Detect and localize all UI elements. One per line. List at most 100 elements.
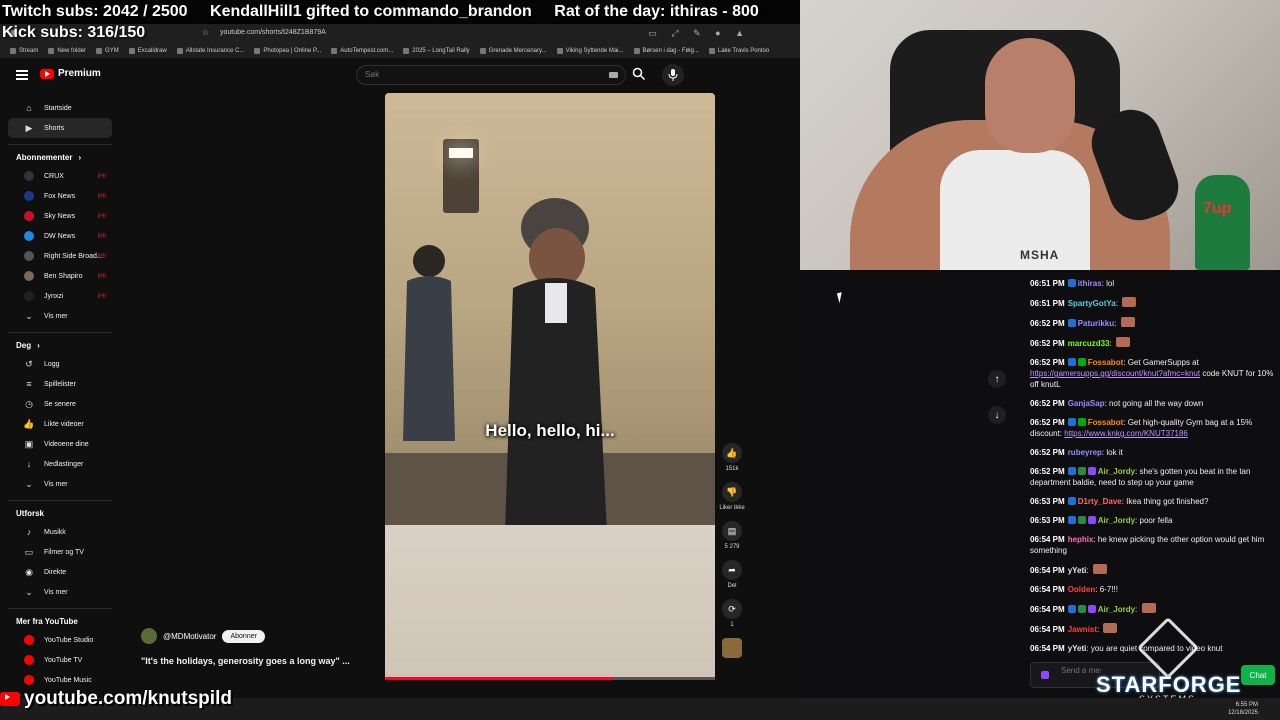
sound-thumbnail[interactable]: [722, 638, 742, 658]
subscriptions-header[interactable]: Abonnementer ›: [0, 153, 120, 162]
chat-username[interactable]: yYeti: [1068, 644, 1087, 653]
subscribe-button[interactable]: Abonner: [222, 629, 265, 643]
chat-username[interactable]: Fossabot: [1088, 358, 1124, 367]
chat-input[interactable]: [1061, 666, 1101, 676]
chat-username[interactable]: GanjaSap: [1068, 399, 1105, 408]
subscription-item[interactable]: Sky News ((•)): [8, 206, 112, 226]
bookmark-item[interactable]: Photopea | Online P...: [254, 48, 321, 54]
chat-username[interactable]: Jawnist: [1068, 625, 1097, 634]
keyboard-icon[interactable]: [609, 72, 618, 78]
bookmark-item[interactable]: GYM: [96, 48, 119, 54]
like-button[interactable]: 👍: [722, 443, 742, 463]
sidebar-item-explore[interactable]: ♪ Musikk: [8, 522, 112, 542]
chat-link[interactable]: https://gamersupps.gg/discount/knut?afmc…: [1030, 369, 1200, 378]
bookmark-favicon-icon: [633, 48, 640, 54]
you-header[interactable]: Deg ›: [0, 341, 120, 350]
sidebar-item-more[interactable]: YouTube Studio: [8, 630, 112, 650]
subscription-item[interactable]: Fox News ((•)): [8, 186, 112, 206]
sidebar-item-you[interactable]: ≡ Spillelister: [8, 374, 112, 394]
sidebar-item-you[interactable]: ▣ Videoene dine: [8, 434, 112, 454]
chat-username[interactable]: D1rty_Dave: [1078, 497, 1122, 506]
show-more-button[interactable]: ⌄ Vis mer: [8, 474, 112, 494]
youtube-logo[interactable]: Premium: [40, 68, 101, 79]
menu-icon[interactable]: [16, 70, 28, 80]
chat-username[interactable]: hephix: [1068, 535, 1094, 544]
sidebar-item-you[interactable]: ↓ Nedlastinger: [8, 454, 112, 474]
sidebar-item-explore[interactable]: ◉ Direkte: [8, 562, 112, 582]
taskbar-clock[interactable]: 6:55 PM 12/18/2025: [1228, 701, 1258, 717]
chat-username[interactable]: rubeyrep: [1068, 448, 1102, 457]
comments-button[interactable]: ▤: [722, 521, 742, 541]
chat-username[interactable]: marcuzd33: [1068, 339, 1110, 348]
voice-search-button[interactable]: [662, 64, 684, 86]
bookmark-item[interactable]: Excalidraw: [128, 48, 167, 54]
chat-username[interactable]: SpartyGotYa: [1068, 299, 1116, 308]
chat-username[interactable]: Air_Jordy: [1098, 467, 1135, 476]
bookmark-favicon-icon: [403, 48, 410, 54]
scroll-down-button[interactable]: ↓: [988, 406, 1006, 424]
bookmark-label: Viking Syttende Mai...: [565, 48, 624, 54]
bookmark-item[interactable]: Allstate Insurance C...: [176, 48, 244, 54]
bookmark-item[interactable]: 2025 – LongTail Rally: [403, 48, 470, 54]
chat-emote-icon[interactable]: [1041, 671, 1049, 679]
chat-username[interactable]: Air_Jordy: [1098, 516, 1135, 525]
bookmark-item[interactable]: Lake Travis Pontoo: [708, 48, 769, 54]
bookmark-item[interactable]: Børsen i dag - Følg...: [633, 48, 699, 54]
scroll-up-button[interactable]: ↑: [988, 370, 1006, 388]
chat-username[interactable]: Oolden: [1068, 585, 1096, 594]
sidebar-item-label: YouTube TV: [44, 656, 83, 664]
subscription-item[interactable]: Jynxzi ((•)): [8, 286, 112, 306]
bookmark-item[interactable]: New folder: [48, 48, 86, 54]
sidebar-item-explore[interactable]: ▭ Filmer og TV: [8, 542, 112, 562]
sidebar-item-you[interactable]: ◷ Se senere: [8, 394, 112, 414]
video-progress-bar[interactable]: [385, 677, 715, 680]
bookmark-item[interactable]: Grenade Mercenary...: [479, 48, 547, 54]
subscription-item[interactable]: DW News ((•)): [8, 226, 112, 246]
sidebar-divider: [8, 332, 112, 333]
subscription-item[interactable]: Ben Shapiro ((•)): [8, 266, 112, 286]
subscription-item[interactable]: CRUX ((•)): [8, 166, 112, 186]
bookmark-item[interactable]: AutoTempest.com...: [331, 48, 393, 54]
chat-message: 06:52 PM Paturikku:: [1030, 317, 1275, 329]
chat-username[interactable]: ithiras: [1078, 279, 1102, 288]
bookmark-item[interactable]: Stream: [10, 48, 38, 54]
sidebar-item-more[interactable]: YouTube TV: [8, 650, 112, 670]
chat-badge-icon: [1067, 358, 1076, 366]
sidebar-item-you[interactable]: ↺ Logg: [8, 354, 112, 374]
sidebar-item-you[interactable]: 👍 Likte videoer: [8, 414, 112, 434]
search-box[interactable]: [356, 65, 626, 85]
chat-text: not going all the way down: [1109, 399, 1204, 408]
chat-username[interactable]: Fossabot: [1088, 418, 1124, 427]
chat-username[interactable]: yYeti: [1068, 566, 1087, 575]
sidebar-item-shorts[interactable]: ▶ Shorts: [8, 118, 112, 138]
sidebar-item-more[interactable]: YouTube Music: [8, 670, 112, 690]
channel-avatar[interactable]: [141, 628, 157, 644]
search-icon[interactable]: [632, 67, 646, 81]
chat-timestamp: 06:54 PM: [1030, 625, 1065, 634]
chat-link[interactable]: https://www.knkg.com/KNUT37186: [1064, 429, 1188, 438]
dislike-button[interactable]: 👎: [722, 482, 742, 502]
microphone-icon: [668, 69, 678, 81]
show-more-button[interactable]: ⌄ Vis mer: [8, 582, 112, 602]
remix-button[interactable]: ⟳: [722, 599, 742, 619]
search-input[interactable]: [365, 70, 595, 79]
share-button[interactable]: ➦: [722, 560, 742, 580]
channel-name[interactable]: @MDMotivator: [163, 632, 216, 641]
shorts-player[interactable]: Hello, hello, hi...: [385, 93, 715, 679]
sidebar-item-startside[interactable]: ⌂ Startside: [8, 98, 112, 118]
bookmark-star-icon[interactable]: ☆: [202, 28, 209, 37]
chat-username[interactable]: Air_Jordy: [1098, 605, 1135, 614]
logo-text: Premium: [58, 68, 101, 79]
chat-separator: :: [1114, 319, 1119, 328]
subscription-item[interactable]: Right Side Broad... ((•)): [8, 246, 112, 266]
bookmark-item[interactable]: Viking Syttende Mai...: [556, 48, 624, 54]
extension-icons[interactable]: ▭ ⤢ ✎ ● ▲: [648, 28, 750, 39]
show-more-button[interactable]: ⌄ Vis mer: [8, 306, 112, 326]
chat-send-button[interactable]: Chat: [1241, 665, 1275, 685]
chat-username[interactable]: Paturikku: [1078, 319, 1114, 328]
url-field[interactable]: youtube.com/shorts/t248Z1B879A: [220, 29, 326, 36]
video-title[interactable]: "It's the holidays, generosity goes a lo…: [141, 656, 350, 666]
youtube-logo-icon: [0, 692, 20, 706]
chat-emote-icon: [1115, 337, 1130, 347]
chat-badge-icon: [1087, 467, 1096, 475]
